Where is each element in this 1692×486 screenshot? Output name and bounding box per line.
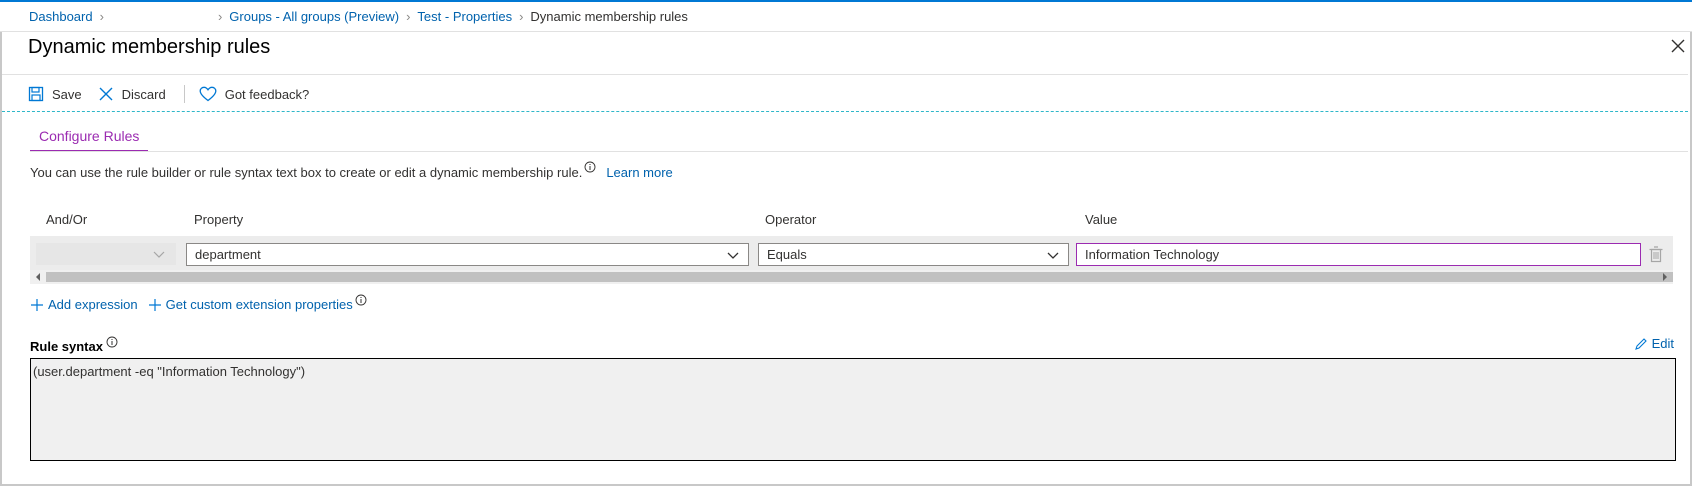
get-custom-extension-label: Get custom extension properties: [165, 297, 353, 312]
value-input[interactable]: Information Technology: [1076, 243, 1641, 266]
edit-button[interactable]: Edit: [1634, 336, 1674, 351]
info-icon[interactable]: [106, 336, 118, 351]
close-icon[interactable]: [1668, 36, 1688, 56]
chevron-right-icon: ›: [99, 9, 104, 24]
command-bar: Save Discard Got feedback?: [28, 82, 325, 106]
column-header-and-or: And/Or: [46, 212, 88, 227]
info-icon[interactable]: [584, 161, 596, 176]
description-text: You can use the rule builder or rule syn…: [30, 165, 583, 180]
breadcrumb-groups[interactable]: Groups - All groups (Preview): [229, 9, 399, 24]
property-value: department: [195, 247, 261, 262]
description: You can use the rule builder or rule syn…: [30, 161, 673, 180]
divider: [2, 74, 1688, 75]
rule-syntax-label-text: Rule syntax: [30, 339, 103, 354]
discard-button[interactable]: Discard: [98, 86, 166, 102]
chevron-right-icon: ›: [519, 9, 524, 24]
rule-syntax-label: Rule syntax: [30, 336, 128, 354]
add-expression-button[interactable]: Add expression: [30, 297, 138, 312]
page-title: Dynamic membership rules: [28, 36, 271, 58]
breadcrumb-current: Dynamic membership rules: [530, 9, 688, 24]
chevron-right-icon: ›: [406, 9, 411, 24]
scroll-right-icon[interactable]: [1661, 273, 1669, 281]
scroll-left-icon[interactable]: [34, 273, 42, 281]
feedback-button[interactable]: Got feedback?: [199, 86, 310, 102]
breadcrumb-test-properties[interactable]: Test - Properties: [417, 9, 512, 24]
feedback-label: Got feedback?: [224, 86, 310, 102]
add-expression-label: Add expression: [48, 297, 138, 312]
rule-actions: Add expression Get custom extension prop…: [30, 294, 377, 312]
property-select[interactable]: department: [186, 243, 749, 266]
save-button[interactable]: Save: [28, 86, 82, 102]
tab-divider: [30, 151, 1688, 152]
breadcrumb: Dashboard › › Groups - All groups (Previ…: [0, 2, 1692, 32]
discard-icon: [99, 87, 113, 101]
plus-icon: [148, 298, 161, 311]
heart-icon: [199, 86, 217, 102]
column-header-property: Property: [194, 212, 244, 227]
column-header-value: Value: [1085, 212, 1118, 227]
scrollbar-thumb[interactable]: [46, 272, 1673, 282]
get-custom-extension-button[interactable]: Get custom extension properties: [148, 297, 353, 312]
tab-configure-rules[interactable]: Configure Rules: [30, 124, 149, 152]
save-icon: [28, 86, 44, 102]
chevron-down-icon: [153, 251, 165, 258]
breadcrumb-dashboard[interactable]: Dashboard: [29, 9, 93, 24]
chevron-down-icon: [727, 252, 739, 259]
and-or-select: [36, 243, 176, 265]
toolbar-separator: [183, 85, 185, 103]
horizontal-scrollbar[interactable]: [30, 270, 1673, 284]
chevron-down-icon: [1047, 252, 1059, 259]
chevron-right-icon: ›: [217, 9, 223, 24]
rule-syntax-textbox[interactable]: (user.department -eq "Information Techno…: [30, 358, 1676, 461]
info-icon[interactable]: [355, 294, 367, 309]
edit-label: Edit: [1651, 336, 1674, 351]
column-header-operator: Operator: [765, 212, 817, 227]
operator-value: Equals: [767, 247, 807, 262]
pencil-icon: [1634, 337, 1647, 350]
save-label: Save: [52, 86, 82, 102]
trash-icon[interactable]: [1646, 244, 1666, 264]
learn-more-link[interactable]: Learn more: [606, 165, 672, 180]
operator-select[interactable]: Equals: [758, 243, 1069, 266]
breadcrumb-redacted: [110, 9, 211, 24]
toolbar-divider: [2, 111, 1688, 112]
discard-label: Discard: [121, 86, 166, 102]
plus-icon: [31, 298, 43, 311]
